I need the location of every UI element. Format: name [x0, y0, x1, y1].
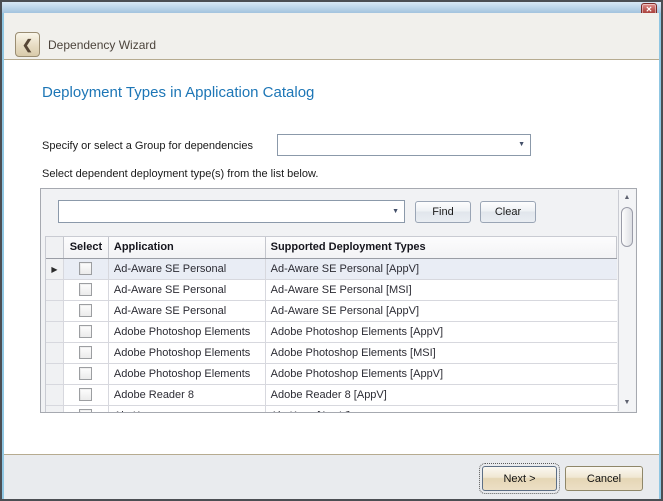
- select-cell: [64, 406, 109, 413]
- scroll-up-button[interactable]: ▲: [619, 190, 635, 206]
- row-selector-header: [46, 237, 64, 258]
- table-row[interactable]: Adobe Photoshop ElementsAdobe Photoshop …: [46, 343, 617, 364]
- cancel-button[interactable]: Cancel: [565, 466, 643, 491]
- row-checkbox[interactable]: [79, 409, 92, 413]
- back-icon: ❮: [22, 37, 33, 52]
- select-cell: [64, 280, 109, 300]
- application-cell: Adobe Photoshop Elements: [109, 322, 266, 342]
- triangle-up-icon: ▲: [624, 194, 631, 201]
- row-checkbox[interactable]: [79, 346, 92, 359]
- table-row[interactable]: Ad-Aware SE PersonalAd-Aware SE Personal…: [46, 301, 617, 322]
- deployment-type-cell: AimKeys [AppV]: [266, 406, 617, 413]
- back-button[interactable]: ❮: [15, 32, 40, 57]
- triangle-down-icon: ▼: [624, 399, 631, 406]
- deployment-type-cell: Adobe Photoshop Elements [AppV]: [266, 364, 617, 384]
- deployment-type-cell: Ad-Aware SE Personal [AppV]: [266, 301, 617, 321]
- row-selector-cell: [46, 343, 64, 363]
- table-row[interactable]: AimKeysAimKeys [AppV]: [46, 406, 617, 413]
- grid-body: ▶Ad-Aware SE PersonalAd-Aware SE Persona…: [46, 259, 617, 413]
- application-cell: AimKeys: [109, 406, 266, 413]
- deployment-type-cell: Adobe Photoshop Elements [MSI]: [266, 343, 617, 363]
- filter-combobox[interactable]: ▼: [58, 200, 405, 223]
- grid-header-row: Select Application Supported Deployment …: [46, 237, 617, 259]
- application-cell: Adobe Photoshop Elements: [109, 343, 266, 363]
- row-checkbox[interactable]: [79, 388, 92, 401]
- application-cell: Ad-Aware SE Personal: [109, 259, 266, 279]
- current-row-icon: ▶: [46, 259, 63, 279]
- group-combobox[interactable]: ▼: [277, 134, 531, 156]
- column-header-select[interactable]: Select: [64, 237, 109, 258]
- select-cell: [64, 343, 109, 363]
- select-cell: [64, 322, 109, 342]
- table-row[interactable]: ▶ Ad-Aware SE PersonalAd-Aware SE Persona…: [46, 259, 617, 280]
- application-cell: Ad-Aware SE Personal: [109, 280, 266, 300]
- title-bar[interactable]: [2, 2, 661, 13]
- row-selector-cell: ▶: [46, 259, 64, 279]
- scroll-down-button[interactable]: ▼: [619, 395, 635, 411]
- deployment-grid: Select Application Supported Deployment …: [45, 236, 617, 413]
- deployment-type-cell: Ad-Aware SE Personal [MSI]: [266, 280, 617, 300]
- row-checkbox[interactable]: [79, 325, 92, 338]
- clear-button[interactable]: Clear: [480, 201, 536, 223]
- page-title: Deployment Types in Application Catalog: [42, 84, 314, 101]
- scrollbar-thumb[interactable]: [621, 207, 633, 247]
- table-row[interactable]: Adobe Photoshop ElementsAdobe Photoshop …: [46, 322, 617, 343]
- column-header-application[interactable]: Application: [109, 237, 266, 258]
- client-area: ❮ Dependency Wizard Deployment Types in …: [4, 13, 659, 499]
- select-cell: [64, 259, 109, 279]
- table-row[interactable]: Ad-Aware SE PersonalAd-Aware SE Personal…: [46, 280, 617, 301]
- dependency-wizard-window: ✕ ❮ Dependency Wizard Deployment Types i…: [0, 0, 663, 501]
- wizard-header: ❮ Dependency Wizard: [4, 13, 659, 60]
- chevron-down-icon[interactable]: ▼: [392, 208, 399, 215]
- application-cell: Ad-Aware SE Personal: [109, 301, 266, 321]
- row-checkbox[interactable]: [79, 283, 92, 296]
- window-title: Dependency Wizard: [48, 38, 156, 52]
- application-cell: Adobe Reader 8: [109, 385, 266, 405]
- row-selector-cell: [46, 280, 64, 300]
- vertical-scrollbar[interactable]: ▲ ▼: [618, 190, 635, 411]
- select-cell: [64, 364, 109, 384]
- footer-bar: Next > Cancel: [4, 454, 659, 499]
- row-selector-cell: [46, 301, 64, 321]
- row-checkbox[interactable]: [79, 262, 92, 275]
- deployment-type-cell: Adobe Photoshop Elements [AppV]: [266, 322, 617, 342]
- row-checkbox[interactable]: [79, 304, 92, 317]
- row-selector-cell: [46, 364, 64, 384]
- table-row[interactable]: Adobe Reader 8Adobe Reader 8 [AppV]: [46, 385, 617, 406]
- find-button[interactable]: Find: [415, 201, 471, 223]
- select-cell: [64, 385, 109, 405]
- deployment-type-cell: Ad-Aware SE Personal [AppV]: [266, 259, 617, 279]
- deployment-list-panel: ▼ Find Clear Select Application Supporte…: [40, 188, 637, 413]
- row-selector-cell: [46, 406, 64, 413]
- deployment-type-cell: Adobe Reader 8 [AppV]: [266, 385, 617, 405]
- column-header-deployment-types[interactable]: Supported Deployment Types: [266, 237, 617, 258]
- row-selector-cell: [46, 385, 64, 405]
- select-cell: [64, 301, 109, 321]
- list-label: Select dependent deployment type(s) from…: [42, 168, 318, 180]
- next-button[interactable]: Next >: [482, 466, 557, 491]
- row-checkbox[interactable]: [79, 367, 92, 380]
- group-label: Specify or select a Group for dependenci…: [42, 140, 253, 152]
- row-selector-cell: [46, 322, 64, 342]
- table-row[interactable]: Adobe Photoshop ElementsAdobe Photoshop …: [46, 364, 617, 385]
- chevron-down-icon[interactable]: ▼: [518, 141, 525, 148]
- application-cell: Adobe Photoshop Elements: [109, 364, 266, 384]
